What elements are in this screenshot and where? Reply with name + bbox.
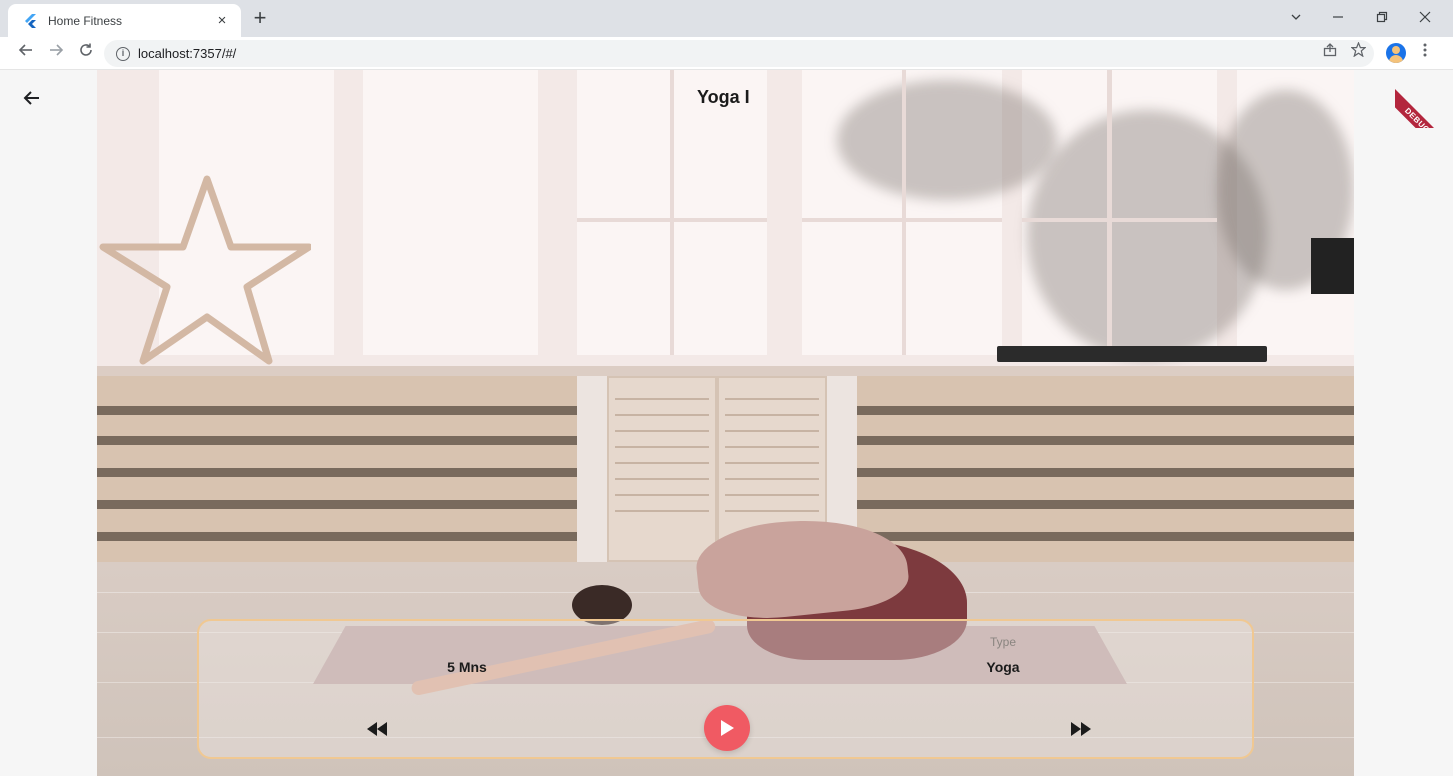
cabinet-door-left [607, 376, 717, 562]
tab-close-icon[interactable]: × [213, 12, 231, 30]
rewind-button[interactable] [363, 715, 391, 743]
flutter-logo-icon [22, 13, 38, 29]
back-button[interactable] [20, 86, 44, 110]
fast-forward-icon [1071, 722, 1091, 736]
profile-avatar[interactable] [1386, 43, 1406, 63]
duration-label [427, 635, 507, 649]
workout-background-image: Yoga I 5 Mns Type Yoga [97, 70, 1354, 776]
arrow-left-icon [23, 91, 39, 105]
reload-icon[interactable] [74, 41, 98, 65]
url-text: localhost:7357/#/ [138, 46, 237, 61]
more-menu-icon[interactable] [1413, 41, 1437, 65]
radiator-cover-right [857, 376, 1354, 562]
play-icon [721, 720, 734, 736]
forward-nav-icon[interactable] [44, 41, 68, 65]
type-value: Yoga [986, 659, 1020, 675]
decor-star [99, 175, 311, 365]
rewind-icon [367, 722, 387, 736]
share-icon[interactable] [1318, 41, 1342, 65]
back-nav-icon[interactable] [14, 41, 38, 65]
site-info-icon[interactable]: i [116, 46, 130, 61]
bookmark-star-icon[interactable] [1346, 41, 1370, 65]
debug-banner-text: DEBUG [1395, 84, 1453, 128]
app-viewport: Yoga I 5 Mns Type Yoga [0, 70, 1453, 776]
browser-toolbar: i localhost:7357/#/ [0, 37, 1453, 70]
duration-info: 5 Mns [427, 635, 507, 675]
address-bar[interactable]: i localhost:7357/#/ [104, 40, 1374, 67]
monitor [1311, 238, 1354, 294]
tab-title: Home Fitness [48, 13, 123, 28]
close-window-icon[interactable] [1413, 6, 1437, 30]
play-button[interactable] [704, 705, 750, 751]
debug-banner: DEBUG [1395, 70, 1453, 128]
type-info: Type Yoga [963, 635, 1043, 675]
tab-search-chevron-icon[interactable] [1284, 6, 1308, 30]
new-tab-button[interactable]: + [248, 7, 272, 31]
fast-forward-button[interactable] [1067, 715, 1095, 743]
workout-player-panel: 5 Mns Type Yoga [197, 619, 1254, 759]
browser-tabstrip: Home Fitness × + [0, 0, 1453, 37]
radiator-cover-left [97, 376, 577, 562]
minimize-icon[interactable] [1326, 6, 1350, 30]
duration-value: 5 Mns [447, 659, 487, 675]
workout-title: Yoga I [697, 87, 750, 107]
browser-tab[interactable]: Home Fitness × [8, 4, 241, 37]
type-label: Type [989, 635, 1016, 649]
soundbar [997, 346, 1267, 362]
restore-icon[interactable] [1370, 6, 1394, 30]
